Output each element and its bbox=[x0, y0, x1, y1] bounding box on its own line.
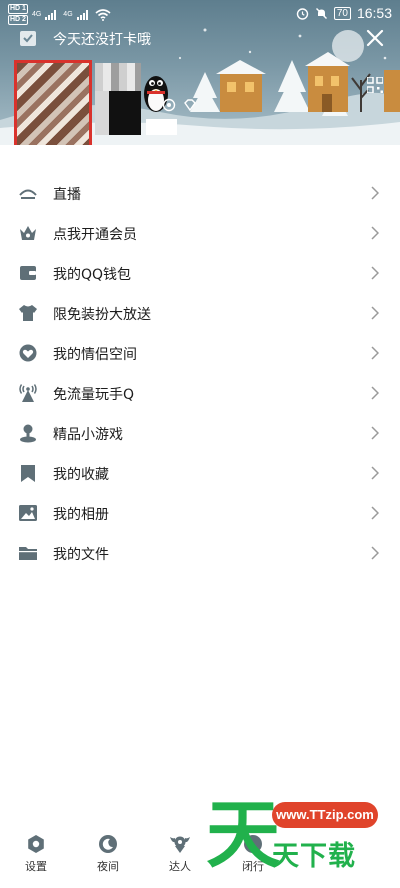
signal-tower-icon bbox=[19, 384, 37, 402]
menu-item-files[interactable]: 我的文件 bbox=[0, 533, 400, 573]
menu-label: 我的QQ钱包 bbox=[53, 267, 132, 283]
signal-icon bbox=[45, 10, 57, 20]
chevron-right-icon bbox=[371, 506, 379, 520]
status-time: 16:53 bbox=[356, 5, 392, 21]
profile-header: HD 1 HD 2 4G 4G 70 16:53 今天还没打卡哦 bbox=[0, 0, 400, 145]
chevron-right-icon bbox=[371, 266, 379, 280]
diamond-badge-icon[interactable] bbox=[183, 98, 197, 112]
menu-label: 限免装扮大放送 bbox=[53, 307, 151, 323]
checkin-icon[interactable] bbox=[18, 28, 38, 48]
watermark-url: www.TTzip.com bbox=[272, 802, 378, 828]
watermark-big-char: 天 bbox=[206, 792, 280, 878]
menu-item-mini-games[interactable]: 精品小游戏 bbox=[0, 413, 400, 453]
status-left: HD 1 HD 2 4G 4G bbox=[8, 4, 111, 25]
menu-item-outfit[interactable]: 限免装扮大放送 bbox=[0, 293, 400, 333]
signal-icon-2 bbox=[76, 10, 88, 20]
sim-indicators: HD 1 HD 2 bbox=[8, 4, 28, 25]
menu-label: 点我开通会员 bbox=[53, 227, 137, 243]
status-bar: HD 1 HD 2 4G 4G 70 16:53 bbox=[0, 0, 400, 28]
bottom-settings-button[interactable]: 设置 bbox=[11, 834, 61, 874]
skin-badge-icon[interactable] bbox=[162, 98, 176, 112]
bookmark-icon bbox=[21, 465, 35, 482]
chevron-right-icon bbox=[371, 466, 379, 480]
sim-tag-1: HD 1 bbox=[8, 4, 28, 14]
chevron-right-icon bbox=[371, 226, 379, 240]
avatar[interactable] bbox=[14, 60, 92, 145]
menu-item-favorites[interactable]: 我的收藏 bbox=[0, 453, 400, 493]
chevron-right-icon bbox=[371, 546, 379, 560]
menu-label: 精品小游戏 bbox=[53, 427, 123, 443]
qr-code-icon[interactable] bbox=[367, 77, 383, 93]
chevron-right-icon bbox=[371, 306, 379, 320]
menu-label: 我的收藏 bbox=[53, 467, 109, 483]
chevron-right-icon bbox=[371, 386, 379, 400]
battery-indicator: 70 bbox=[333, 6, 351, 20]
bottom-label: 夜间 bbox=[97, 860, 119, 873]
vip-crown-icon bbox=[20, 226, 36, 240]
wifi-icon bbox=[95, 8, 111, 21]
level-badge-area bbox=[146, 119, 177, 135]
bottom-label: 达人 bbox=[169, 860, 191, 873]
site-watermark: 天 www.TTzip.com 天下载 bbox=[200, 790, 400, 888]
night-mode-icon bbox=[99, 835, 117, 853]
live-icon bbox=[19, 189, 37, 199]
menu-item-couple-space[interactable]: 我的情侣空间 bbox=[0, 333, 400, 373]
photo-icon bbox=[19, 505, 37, 521]
bottom-label: 设置 bbox=[25, 860, 47, 873]
status-right: 70 16:53 bbox=[296, 5, 392, 21]
bottom-expert-button[interactable]: 达人 bbox=[155, 834, 205, 874]
chevron-right-icon bbox=[371, 186, 379, 200]
bottom-night-button[interactable]: 夜间 bbox=[83, 834, 133, 874]
nickname-redacted[interactable] bbox=[95, 63, 141, 135]
folder-icon bbox=[19, 547, 37, 560]
expert-badge-icon bbox=[170, 836, 190, 853]
chevron-right-icon bbox=[371, 346, 379, 360]
menu-label: 直播 bbox=[53, 187, 81, 203]
hearts-icon bbox=[19, 344, 37, 362]
chevron-right-icon bbox=[371, 426, 379, 440]
close-icon[interactable] bbox=[364, 27, 386, 49]
menu-item-live[interactable]: 直播 bbox=[0, 173, 400, 213]
menu-item-album[interactable]: 我的相册 bbox=[0, 493, 400, 533]
menu-label: 我的情侣空间 bbox=[53, 347, 137, 363]
menu-label: 我的相册 bbox=[53, 507, 109, 523]
checkin-prompt[interactable]: 今天还没打卡哦 bbox=[53, 29, 151, 49]
sim-tag-2: HD 2 bbox=[8, 15, 28, 25]
menu-label: 免流量玩手Q bbox=[53, 387, 135, 403]
menu-label: 我的文件 bbox=[53, 547, 109, 563]
drawer-menu: 直播 点我开通会员 我的QQ钱包 限免装扮大放送 我的情侣空间 免流量玩手Q 精… bbox=[0, 173, 400, 573]
menu-item-free-data[interactable]: 免流量玩手Q bbox=[0, 373, 400, 413]
network-type-2: 4G bbox=[63, 11, 73, 18]
wallet-icon bbox=[20, 266, 36, 280]
watermark-text: 天下载 bbox=[272, 841, 356, 872]
network-type-1: 4G bbox=[31, 11, 42, 18]
game-pin-icon bbox=[20, 424, 36, 443]
shirt-icon bbox=[19, 305, 37, 321]
menu-item-vip[interactable]: 点我开通会员 bbox=[0, 213, 400, 253]
menu-item-wallet[interactable]: 我的QQ钱包 bbox=[0, 253, 400, 293]
settings-icon bbox=[28, 835, 44, 853]
alarm-icon bbox=[296, 7, 309, 20]
mute-bell-icon bbox=[315, 7, 327, 19]
